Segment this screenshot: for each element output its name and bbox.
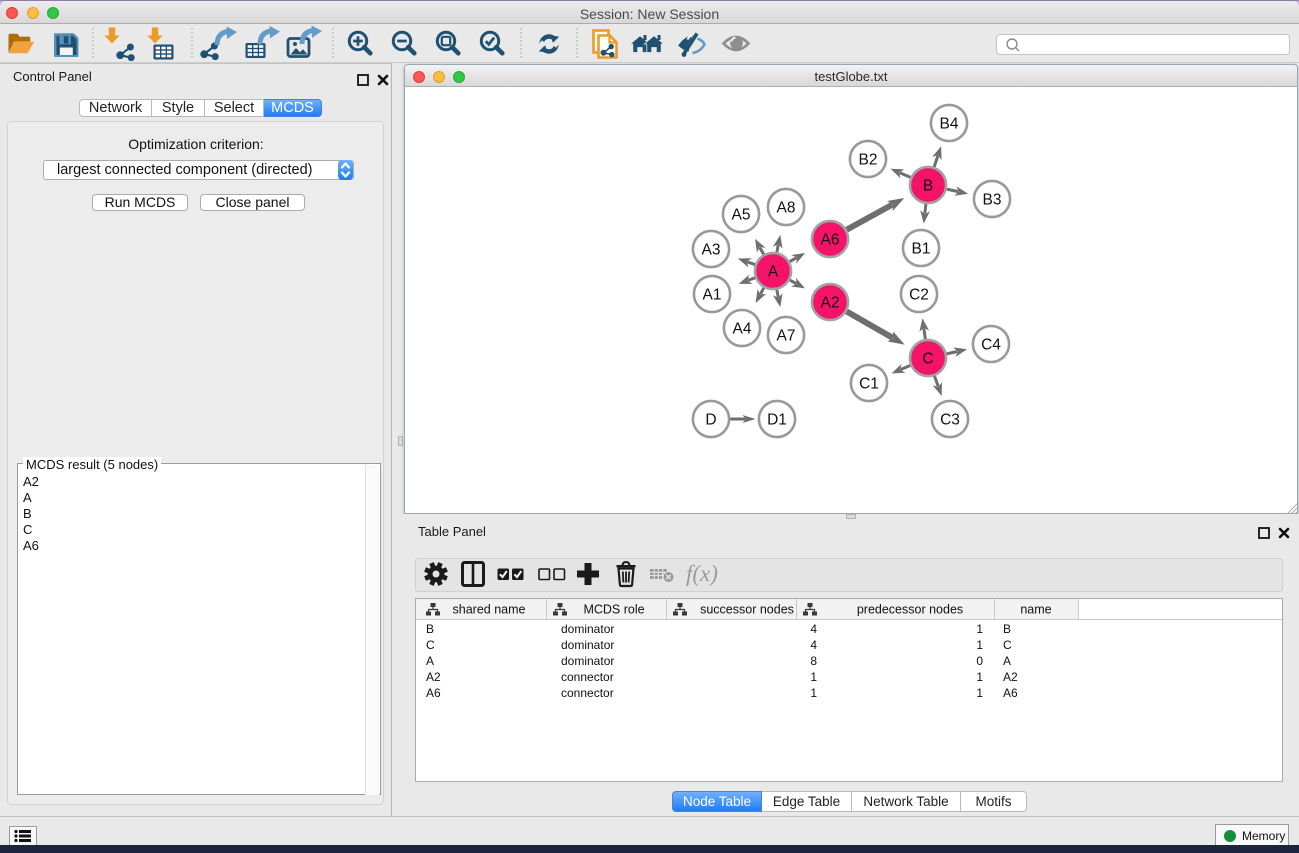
svg-text:MCDS role: MCDS role bbox=[583, 603, 644, 617]
svg-text:A4: A4 bbox=[733, 321, 752, 338]
svg-text:A3: A3 bbox=[702, 242, 721, 259]
svg-text:B4: B4 bbox=[940, 116, 959, 133]
svg-text:A6: A6 bbox=[821, 232, 840, 249]
svg-text:successor nodes: successor nodes bbox=[700, 603, 794, 617]
svg-text:D: D bbox=[705, 412, 716, 429]
svg-text:C4: C4 bbox=[981, 337, 1001, 354]
svg-text:C1: C1 bbox=[859, 376, 879, 393]
svg-text:A5: A5 bbox=[732, 207, 751, 224]
svg-text:A1: A1 bbox=[703, 287, 722, 304]
svg-text:B3: B3 bbox=[983, 192, 1002, 209]
svg-text:B1: B1 bbox=[912, 241, 931, 258]
svg-text:name: name bbox=[1020, 603, 1051, 617]
svg-text:A8: A8 bbox=[777, 200, 796, 217]
svg-text:f(x): f(x) bbox=[686, 561, 718, 586]
svg-text:B2: B2 bbox=[859, 152, 878, 169]
svg-text:C2: C2 bbox=[909, 287, 929, 304]
svg-text:A2: A2 bbox=[821, 295, 840, 312]
svg-text:predecessor nodes: predecessor nodes bbox=[857, 603, 963, 617]
svg-text:A7: A7 bbox=[777, 328, 796, 345]
svg-text:A: A bbox=[768, 264, 779, 281]
svg-text:C: C bbox=[922, 351, 933, 368]
svg-text:C3: C3 bbox=[940, 412, 960, 429]
svg-text:shared name: shared name bbox=[453, 603, 526, 617]
svg-text:D1: D1 bbox=[767, 412, 787, 429]
svg-text:B: B bbox=[923, 178, 933, 195]
